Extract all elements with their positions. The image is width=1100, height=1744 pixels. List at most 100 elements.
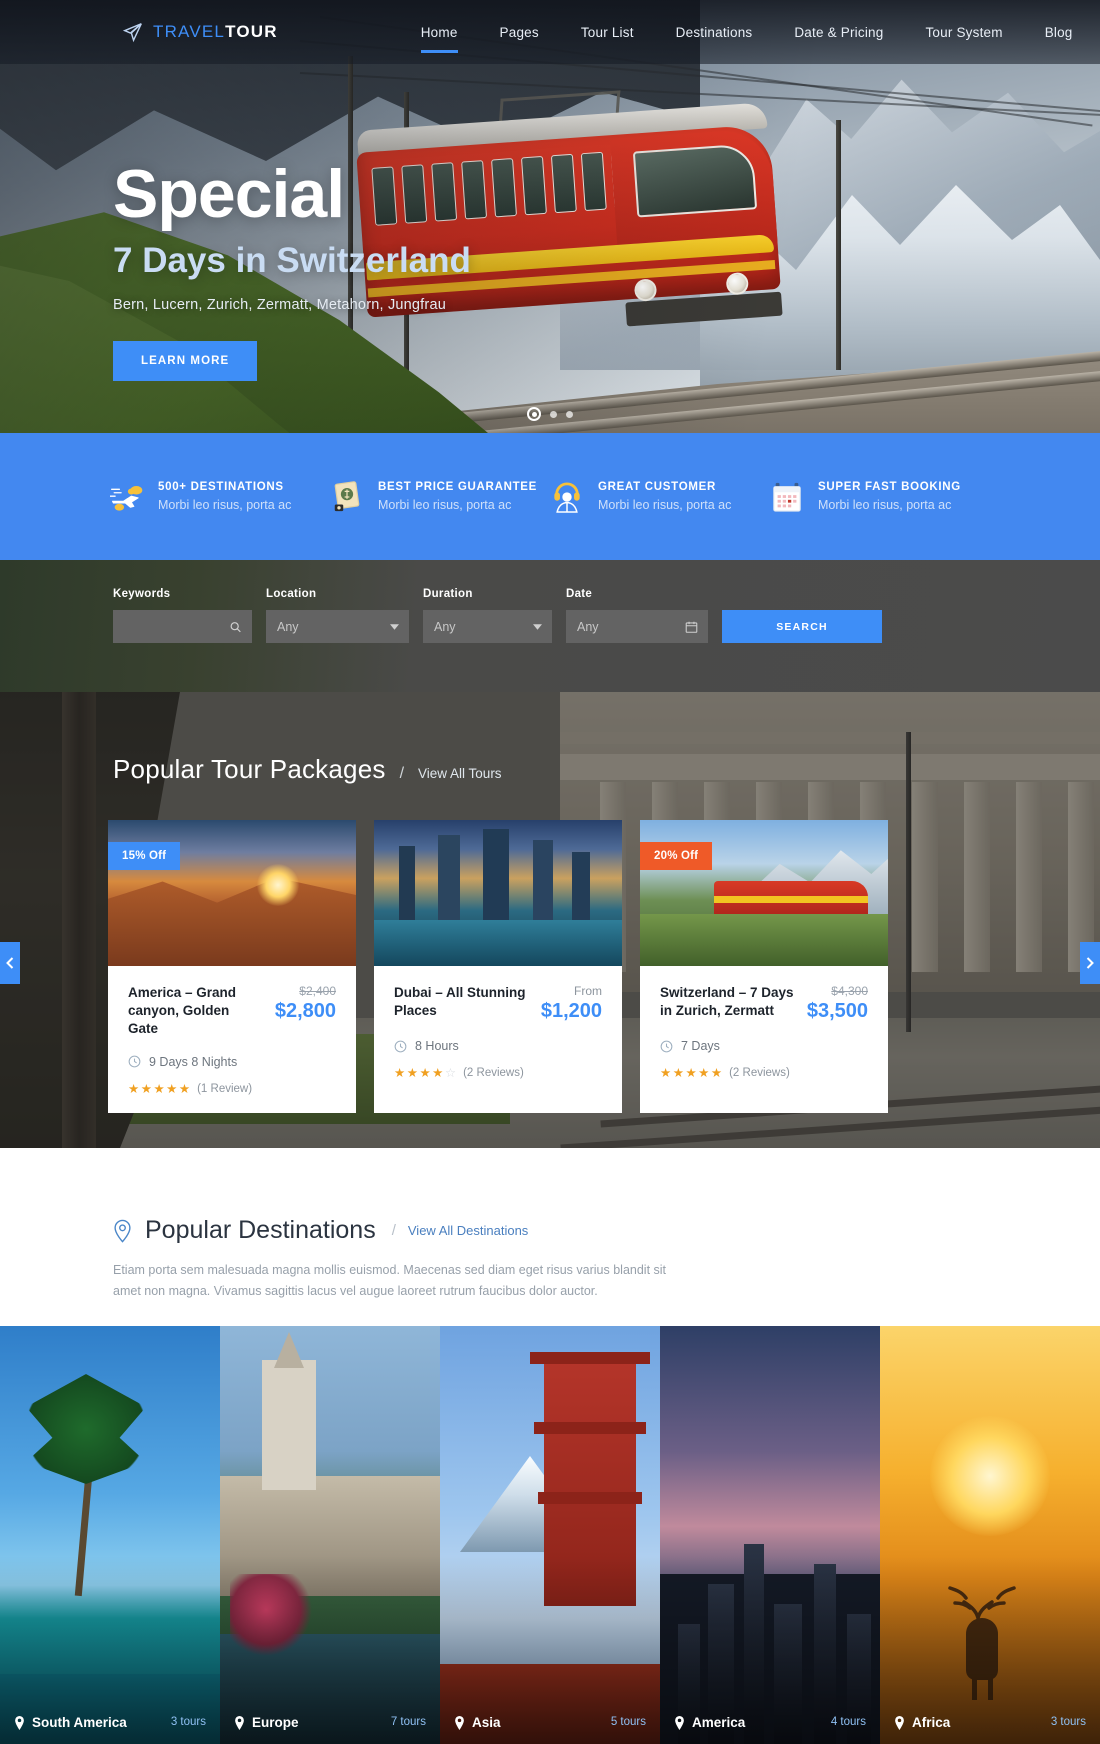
tours-header: Popular Tour Packages / View All Tours (113, 754, 502, 785)
review-count: (2 Reviews) (729, 1067, 790, 1080)
chevron-right-icon (1086, 957, 1094, 969)
star-icon: ★ (672, 1066, 684, 1080)
location-value: Any (277, 619, 299, 634)
clock-icon (660, 1040, 673, 1052)
tile-label: Africa (894, 1715, 950, 1730)
calendar-icon (770, 480, 804, 514)
feature-subtitle: Morbi leo risus, porta ac (818, 498, 952, 512)
tile-shade (0, 1326, 220, 1744)
map-pin-icon (235, 1715, 244, 1730)
tile-label: America (674, 1715, 745, 1730)
nav-item-blog[interactable]: Blog (1024, 3, 1094, 62)
duration-value: Any (434, 619, 456, 634)
carousel-next-button[interactable] (1080, 942, 1100, 984)
star-icon: ★ (406, 1066, 418, 1080)
site-header: TRAVELTOUR Home Pages Tour List Destinat… (0, 0, 1100, 64)
tour-price-box: $2,400 $2,800 (275, 984, 336, 1023)
tour-cards: 15% Off America – Grand canyon, Golden G… (108, 820, 888, 1114)
hero-slider-dots[interactable] (527, 407, 573, 421)
star-icon-empty: ☆ (444, 1066, 457, 1080)
tour-price: $2,800 (274, 1000, 336, 1022)
nav-item-tour-system[interactable]: Tour System (904, 3, 1023, 62)
tour-rating: ★ ★ ★ ★ ☆ (2 Reviews) (394, 1067, 602, 1080)
calendar-icon (685, 620, 698, 633)
star-icon: ★ (685, 1066, 697, 1080)
search-form: Keywords Location Any Duration Any Date … (113, 588, 882, 643)
section-title: Popular Destinations (145, 1216, 376, 1244)
field-label-duration: Duration (423, 588, 473, 600)
tour-price-box: From $1,200 (541, 984, 602, 1023)
feature-title: SUPER FAST BOOKING (818, 481, 961, 493)
tile-shade (660, 1326, 880, 1744)
view-all-destinations-link[interactable]: View All Destinations (408, 1223, 528, 1238)
review-count: (2 Reviews) (463, 1067, 524, 1080)
tour-rating: ★ ★ ★ ★ ★ (1 Review) (128, 1083, 336, 1096)
destination-tile-europe[interactable]: Europe 7 tours (220, 1326, 440, 1744)
carousel-prev-button[interactable] (0, 942, 20, 984)
field-label-date: Date (566, 588, 593, 600)
tile-label: Asia (454, 1715, 501, 1730)
tour-title: Dubai – All Stunning Places (394, 985, 526, 1019)
search-icon (229, 620, 242, 633)
tour-duration: 9 Days 8 Nights (128, 1055, 336, 1069)
tour-card[interactable]: 20% Off Switzerland – 7 Days in Zurich, … (640, 820, 888, 1114)
nav-item-destinations[interactable]: Destinations (655, 3, 774, 62)
tour-price-box: $4,300 $3,500 (807, 984, 868, 1023)
feature-best-price: BEST PRICE GUARANTEE Morbi leo risus, po… (330, 480, 550, 514)
map-pin-icon (895, 1715, 904, 1730)
separator: / (399, 765, 405, 782)
tour-card[interactable]: 15% Off America – Grand canyon, Golden G… (108, 820, 356, 1114)
destination-tile-asia[interactable]: Asia 5 tours (440, 1326, 660, 1744)
main-navigation: Home Pages Tour List Destinations Date &… (400, 3, 1100, 62)
tour-duration-text: 7 Days (681, 1039, 720, 1053)
tour-price: $1,200 (540, 1000, 602, 1022)
money-tag-icon (330, 480, 364, 514)
nav-item-date-pricing[interactable]: Date & Pricing (773, 3, 904, 62)
tour-card[interactable]: Dubai – All Stunning Places From $1,200 … (374, 820, 622, 1114)
chevron-left-icon (6, 957, 14, 969)
destination-tile-africa[interactable]: Africa 3 tours (880, 1326, 1100, 1744)
discount-badge: 20% Off (640, 842, 713, 870)
duration-select[interactable]: Any (423, 610, 552, 643)
feature-subtitle: Morbi leo risus, porta ac (378, 498, 512, 512)
feature-great-customer: GREAT CUSTOMER Morbi leo risus, porta ac (550, 480, 770, 514)
learn-more-button[interactable]: LEARN MORE (113, 340, 258, 381)
nav-item-home[interactable]: Home (400, 3, 479, 62)
site-logo[interactable]: TRAVELTOUR (122, 21, 278, 43)
star-icon: ★ (432, 1066, 444, 1080)
slider-dot-2[interactable] (550, 410, 557, 418)
tile-tour-count: 5 tours (610, 1716, 646, 1728)
view-all-tours-link[interactable]: View All Tours (418, 766, 502, 781)
search-button[interactable]: SEARCH (722, 610, 882, 643)
plane-cloud-icon (110, 480, 144, 514)
tile-tour-count: 3 tours (1050, 1716, 1086, 1728)
field-label-keywords: Keywords (113, 588, 171, 600)
headset-agent-icon (550, 480, 584, 514)
field-keywords: Keywords (113, 588, 252, 643)
feature-subtitle: Morbi leo risus, porta ac (158, 498, 292, 512)
popular-destinations-section: Popular Destinations / View All Destinat… (0, 1148, 1100, 1326)
tour-title: America – Grand canyon, Golden Gate (128, 985, 237, 1037)
tile-shade (440, 1326, 660, 1744)
destination-tile-south-america[interactable]: South America 3 tours (0, 1326, 220, 1744)
nav-item-tour-list[interactable]: Tour List (560, 3, 655, 62)
date-input[interactable]: Any (566, 610, 708, 643)
tile-tour-count: 3 tours (170, 1716, 206, 1728)
star-icon: ★ (140, 1081, 152, 1096)
tour-card-image: 20% Off (640, 820, 888, 966)
location-select[interactable]: Any (266, 610, 409, 643)
star-icon: ★ (698, 1066, 710, 1080)
slider-dot-3[interactable] (566, 410, 573, 418)
map-pin-icon (15, 1715, 24, 1730)
star-icon: ★ (178, 1081, 191, 1096)
tour-duration: 7 Days (660, 1039, 868, 1053)
separator: / (391, 1222, 396, 1239)
discount-badge: 15% Off (108, 842, 181, 870)
tile-label: Europe (234, 1715, 299, 1730)
destination-tile-america[interactable]: America 4 tours (660, 1326, 880, 1744)
nav-item-pages[interactable]: Pages (479, 3, 560, 62)
date-value: Any (577, 619, 599, 634)
slider-dot-1[interactable] (527, 407, 541, 421)
clock-icon (394, 1040, 407, 1052)
search-input[interactable] (113, 610, 252, 643)
